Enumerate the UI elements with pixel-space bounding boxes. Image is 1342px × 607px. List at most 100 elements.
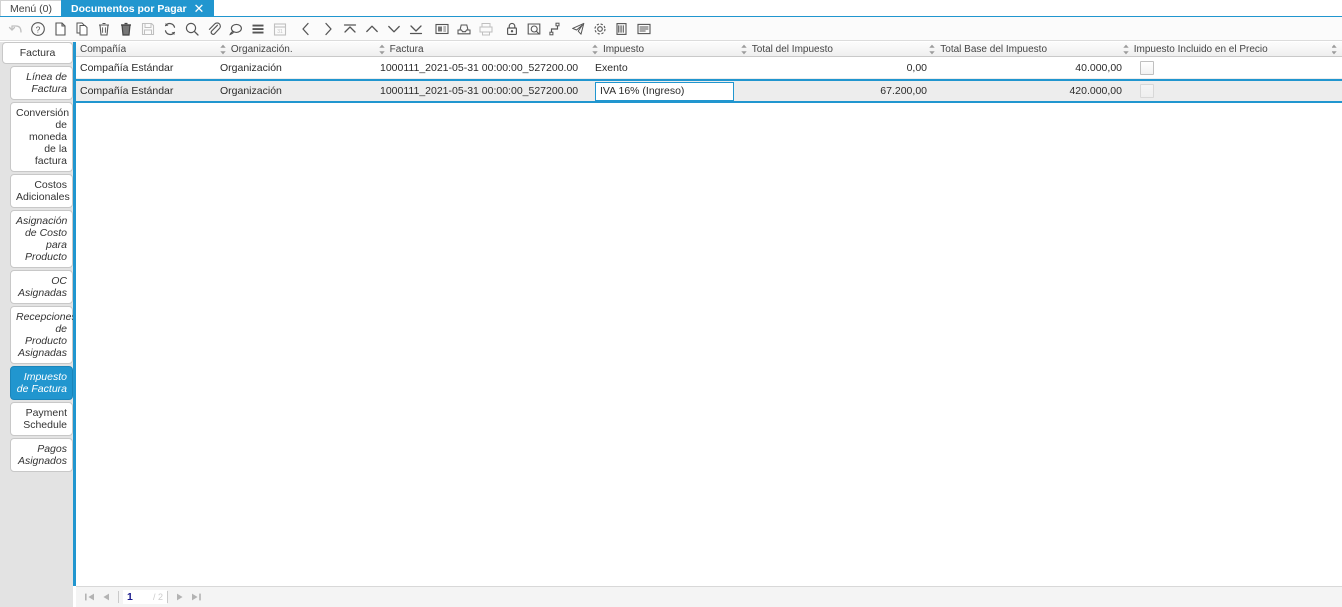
delete-selected-icon[interactable] xyxy=(115,18,136,40)
zoom-across-icon[interactable] xyxy=(523,18,544,40)
table-row[interactable]: Compañía Estándar Organización 1000111_2… xyxy=(76,79,1342,103)
sort-arrows-icon xyxy=(592,44,598,54)
sidebar-item-label: Factura xyxy=(19,47,56,59)
sidebar-item-oc-asignadas[interactable]: OC Asignadas xyxy=(10,270,73,304)
close-icon[interactable]: ✕ xyxy=(194,2,205,15)
invoice-info-icon[interactable] xyxy=(633,18,654,40)
refresh-icon[interactable] xyxy=(159,18,180,40)
cell-total-base-del-impuesto: 420.000,00 xyxy=(1069,85,1122,97)
column-header-compania[interactable]: Compañía xyxy=(76,42,215,56)
grid-header-row: Compañía Organización. Factura Impuesto … xyxy=(76,42,1342,57)
chat-icon[interactable] xyxy=(225,18,246,40)
column-header-impuesto-incluido[interactable]: Impuesto Incluido en el Precio xyxy=(1118,42,1332,56)
save-icon[interactable] xyxy=(137,18,158,40)
sort-arrows-icon xyxy=(741,44,747,54)
cell-organizacion: Organización xyxy=(220,85,282,97)
workflow-icon[interactable] xyxy=(545,18,566,40)
cell-compania: Compañía Estándar xyxy=(80,61,174,74)
sidebar-item-label: Línea de Factura xyxy=(26,71,67,95)
sidebar-item-costos-adicionales[interactable]: Costos Adicionales xyxy=(10,174,73,208)
pagination-divider-left xyxy=(118,591,119,603)
sidebar-item-label: OC Asignadas xyxy=(17,275,67,299)
new-record-icon[interactable] xyxy=(49,18,70,40)
sidebar-item-pagos-asignados[interactable]: Pagos Asignados xyxy=(10,438,73,472)
column-header-total-del-impuesto[interactable]: Total del Impuesto xyxy=(736,42,925,56)
cell-impuesto-incluido[interactable] xyxy=(1126,60,1342,75)
previous-page-icon[interactable] xyxy=(98,590,114,605)
last-page-icon[interactable] xyxy=(188,590,204,605)
sort-arrows-icon xyxy=(1123,44,1129,54)
previous-record-icon[interactable] xyxy=(361,18,382,40)
sidebar-item-label: Conversión de moneda de la factura xyxy=(16,107,70,167)
sidebar-item-asignacion-de-costo[interactable]: Asignación de Costo para Producto xyxy=(10,210,73,268)
sidebar-item-payment-schedule[interactable]: Payment Schedule xyxy=(10,402,73,436)
sidebar-item-label: Costos Adicionales xyxy=(16,179,70,203)
column-header-factura[interactable]: Factura xyxy=(374,42,587,56)
sidebar-item-impuesto-de-factura[interactable]: Impuesto de Factura xyxy=(10,366,73,400)
tab-menu[interactable]: Menú (0) xyxy=(0,0,63,16)
undo-icon[interactable] xyxy=(5,18,26,40)
sort-arrows-icon xyxy=(929,44,935,54)
product-info-icon[interactable] xyxy=(611,18,632,40)
attachment-icon[interactable] xyxy=(203,18,224,40)
column-header-impuesto[interactable]: Impuesto xyxy=(587,42,736,56)
tab-documentos-por-pagar[interactable]: Documentos por Pagar ✕ xyxy=(61,0,215,16)
cell-compania: Compañía Estándar xyxy=(80,85,174,97)
record-tab-list: Factura Línea de Factura Conversión de m… xyxy=(0,42,77,472)
sidebar-item-linea-de-factura[interactable]: Línea de Factura xyxy=(10,66,73,100)
report-icon[interactable] xyxy=(431,18,452,40)
sidebar-item-conversion-de-moneda[interactable]: Conversión de moneda de la factura xyxy=(10,102,73,172)
record-tab-rail: Factura Línea de Factura Conversión de m… xyxy=(0,42,77,607)
impuesto-input[interactable]: IVA 16% (Ingreso) xyxy=(595,81,734,101)
page-number-input[interactable] xyxy=(123,590,167,604)
svg-text:?: ? xyxy=(35,24,40,34)
data-grid: Compañía Organización. Factura Impuesto … xyxy=(76,42,1342,607)
delete-record-icon[interactable] xyxy=(93,18,114,40)
cell-factura: 1000111_2021-05-31 00:00:00_527200.00 xyxy=(380,85,579,97)
column-header-organizacion[interactable]: Organización. xyxy=(215,42,374,56)
first-page-icon[interactable] xyxy=(82,590,98,605)
column-header-label: Impuesto Incluido en el Precio xyxy=(1133,43,1268,55)
first-record-icon[interactable] xyxy=(295,18,316,40)
print-icon[interactable] xyxy=(475,18,496,40)
search-icon[interactable] xyxy=(181,18,202,40)
last-record-icon[interactable] xyxy=(317,18,338,40)
top-record-icon[interactable] xyxy=(339,18,360,40)
next-record-icon[interactable] xyxy=(383,18,404,40)
cell-impuesto[interactable]: IVA 16% (Ingreso) xyxy=(591,81,741,101)
help-icon[interactable]: ? xyxy=(27,18,48,40)
column-header-label: Compañía xyxy=(80,43,127,55)
main-toolbar: ? 31 xyxy=(0,17,1342,41)
calendar-icon[interactable]: 31 xyxy=(269,18,290,40)
sidebar-item-label: Impuesto de Factura xyxy=(16,371,67,395)
next-page-icon[interactable] xyxy=(172,590,188,605)
cell-impuesto[interactable]: Exento xyxy=(591,62,741,74)
column-header-total-base-del-impuesto[interactable]: Total Base del Impuesto xyxy=(924,42,1117,56)
tab-documentos-por-pagar-label: Documentos por Pagar xyxy=(71,2,187,15)
sidebar-item-recepciones-asignadas[interactable]: Recepciones de Producto Asignadas xyxy=(10,306,77,364)
sort-arrows-icon xyxy=(378,44,385,54)
checkbox-impuesto-incluido[interactable] xyxy=(1140,84,1154,98)
archive-icon[interactable] xyxy=(453,18,474,40)
cell-total-del-impuesto: 67.200,00 xyxy=(880,85,927,97)
cell-total-base-del-impuesto: 40.000,00 xyxy=(1075,61,1122,74)
checkbox-impuesto-incluido[interactable] xyxy=(1140,60,1154,75)
lock-icon[interactable] xyxy=(501,18,522,40)
column-header-label: Total del Impuesto xyxy=(751,43,833,55)
sort-arrows-icon xyxy=(220,44,226,54)
pagination-divider-right xyxy=(167,591,169,603)
send-mail-icon[interactable] xyxy=(567,18,588,40)
preference-icon[interactable] xyxy=(589,18,610,40)
sidebar-item-label: Payment Schedule xyxy=(23,407,67,431)
sidebar-item-label: Recepciones de Producto Asignadas xyxy=(16,311,77,359)
grid-toggle-icon[interactable] xyxy=(247,18,268,40)
bottom-record-icon[interactable] xyxy=(405,18,426,40)
svg-text:31: 31 xyxy=(277,29,283,35)
table-row[interactable]: Compañía Estándar Organización 1000111_2… xyxy=(76,57,1342,79)
copy-record-icon[interactable] xyxy=(71,18,92,40)
column-header-label: Impuesto xyxy=(602,43,645,55)
sidebar-item-factura[interactable]: Factura xyxy=(2,42,73,64)
cell-impuesto-incluido[interactable] xyxy=(1126,84,1342,98)
column-header-overflow[interactable] xyxy=(1332,42,1342,56)
cell-organizacion: Organización xyxy=(220,61,282,74)
